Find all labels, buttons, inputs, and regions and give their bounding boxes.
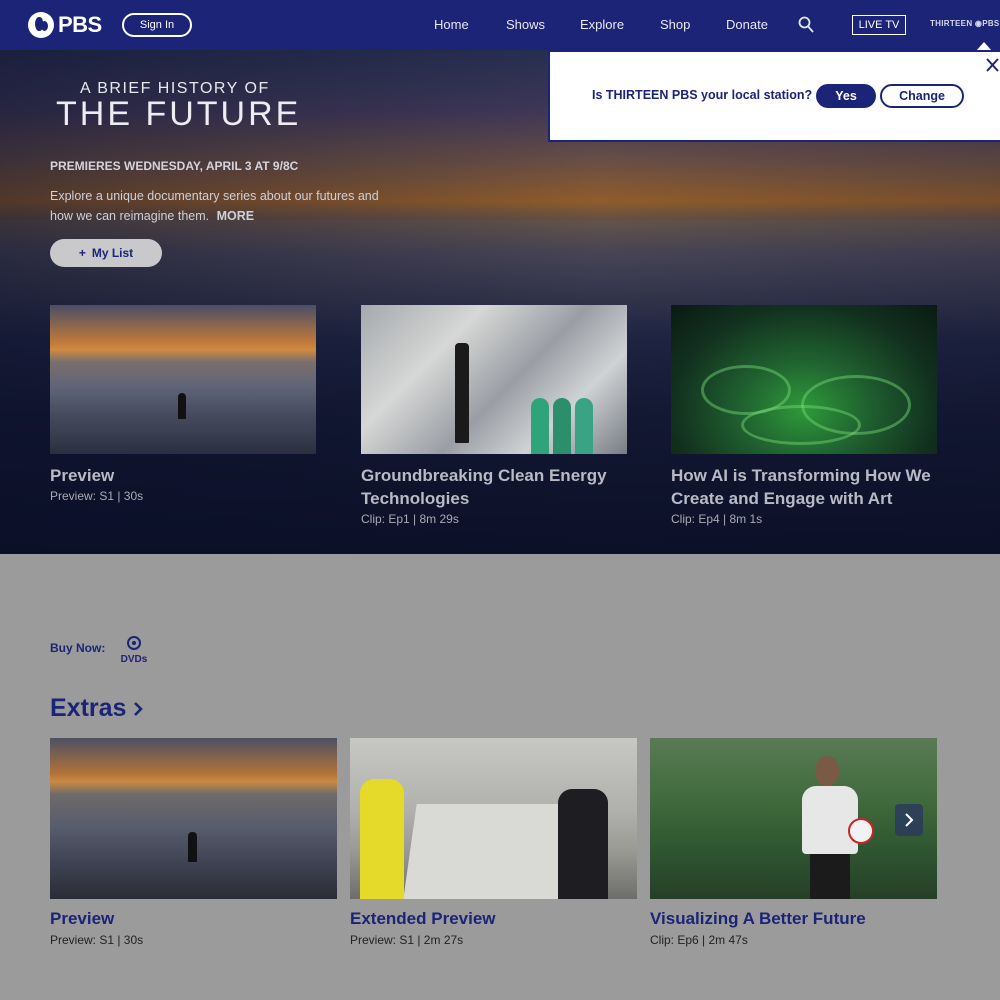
lab-tank <box>575 398 593 454</box>
extras-heading[interactable]: Extras <box>50 694 144 723</box>
card-title[interactable]: How AI is Transforming How We Create and… <box>671 464 937 510</box>
soccer-ball <box>848 818 874 844</box>
person-silhouette <box>188 832 197 862</box>
person-silhouette <box>178 393 186 419</box>
extras-card-visualizing[interactable]: Visualizing A Better Future Clip: Ep6 | … <box>650 738 937 947</box>
nav-shop[interactable]: Shop <box>660 0 690 50</box>
person-shirt <box>802 786 858 854</box>
card-meta: Clip: Ep4 | 8m 1s <box>671 512 763 526</box>
extras-heading-text: Extras <box>50 694 127 722</box>
dvd-link[interactable]: DVDs <box>118 636 150 665</box>
video-thumbnail[interactable] <box>671 305 937 454</box>
my-list-label: My List <box>91 246 134 260</box>
station-question: Is THIRTEEN PBS your local station? <box>592 88 813 102</box>
premiere-date: PREMIERES WEDNESDAY, APRIL 3 AT 9/8C <box>50 159 299 173</box>
buy-now-label: Buy Now: <box>50 641 106 655</box>
my-list-button[interactable]: + My List <box>50 239 162 267</box>
pbs-head-icon <box>28 12 54 38</box>
person-silhouette <box>455 343 469 443</box>
search-icon[interactable] <box>798 16 814 34</box>
dvd-label: DVDs <box>120 654 148 665</box>
plus-icon: + <box>78 246 86 260</box>
nav-explore[interactable]: Explore <box>580 0 624 50</box>
card-title[interactable]: Visualizing A Better Future <box>650 909 937 929</box>
show-description: Explore a unique documentary series abou… <box>50 187 380 226</box>
pbs-logo-text: PBS <box>58 12 102 37</box>
carousel-next-button[interactable] <box>895 804 923 836</box>
more-link[interactable]: MORE <box>217 209 255 223</box>
pbs-logo[interactable]: PBS <box>28 12 102 38</box>
change-button[interactable]: Change <box>880 84 964 108</box>
video-thumbnail[interactable] <box>50 738 337 899</box>
hero-card-clean-energy[interactable]: Groundbreaking Clean Energy Technologies… <box>361 305 627 526</box>
art-swirl <box>741 405 861 445</box>
video-thumbnail[interactable] <box>361 305 627 454</box>
extras-card-preview[interactable]: Preview Preview: S1 | 30s <box>50 738 337 947</box>
video-thumbnail[interactable] <box>50 305 316 454</box>
person-yellow-jacket <box>360 779 404 899</box>
card-title[interactable]: Extended Preview <box>350 909 637 929</box>
sign-in-button[interactable]: Sign In <box>122 13 192 37</box>
person-legs <box>810 854 850 899</box>
nav-home[interactable]: Home <box>434 0 469 50</box>
station-logo[interactable]: THIRTEEN ◉PBS <box>930 19 1000 28</box>
chevron-right-icon <box>134 701 144 716</box>
chevron-right-icon <box>905 813 914 827</box>
description-text: Explore a unique documentary series abou… <box>50 189 379 223</box>
disc-icon <box>127 636 141 650</box>
close-icon[interactable] <box>984 56 1000 74</box>
site-header: PBS Sign In Home Shows Explore Shop Dona… <box>0 0 1000 50</box>
extras-card-extended-preview[interactable]: Extended Preview Preview: S1 | 2m 27s <box>350 738 637 947</box>
card-title[interactable]: Preview <box>50 464 316 487</box>
local-station-modal: Is THIRTEEN PBS your local station? Yes … <box>548 50 1000 142</box>
hero-card-preview[interactable]: Preview Preview: S1 | 30s <box>50 305 316 503</box>
video-thumbnail[interactable] <box>350 738 637 899</box>
live-tv-button[interactable]: LIVE TV <box>852 15 906 35</box>
lab-tank <box>553 398 571 454</box>
hero-card-ai-art[interactable]: How AI is Transforming How We Create and… <box>671 305 937 526</box>
card-meta: Preview: S1 | 30s <box>50 933 144 947</box>
card-title[interactable]: Preview <box>50 909 337 929</box>
card-title[interactable]: Groundbreaking Clean Energy Technologies <box>361 464 627 510</box>
person-black-sweater <box>558 789 608 899</box>
card-meta: Clip: Ep6 | 2m 47s <box>650 933 748 947</box>
show-title-line2: THE FUTURE <box>56 95 302 133</box>
yes-button[interactable]: Yes <box>816 84 876 108</box>
card-meta: Clip: Ep1 | 8m 29s <box>361 512 459 526</box>
video-thumbnail[interactable] <box>650 738 937 899</box>
card-meta: Preview: S1 | 30s <box>50 489 144 503</box>
person-head <box>815 756 839 786</box>
lab-tank <box>531 398 549 454</box>
nav-donate[interactable]: Donate <box>726 0 768 50</box>
nav-shows[interactable]: Shows <box>506 0 545 50</box>
card-meta: Preview: S1 | 2m 27s <box>350 933 464 947</box>
